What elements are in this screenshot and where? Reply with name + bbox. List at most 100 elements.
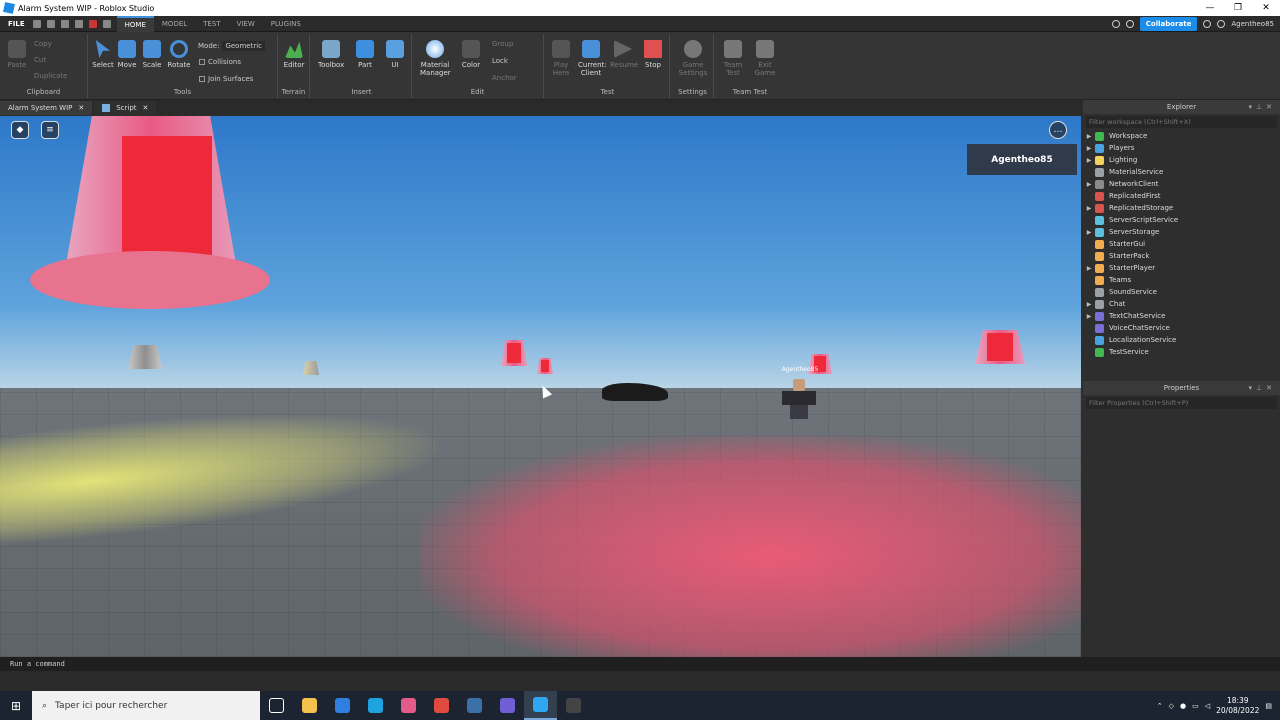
paste-button[interactable]: Paste bbox=[4, 38, 30, 69]
tab-home[interactable]: HOME bbox=[116, 15, 154, 32]
panel-controls[interactable]: ▾⊥✕ bbox=[1249, 381, 1276, 395]
color-button[interactable]: Color bbox=[458, 38, 484, 69]
expand-arrow-icon[interactable]: ▶ bbox=[1083, 133, 1095, 140]
expand-arrow-icon[interactable]: ▶ bbox=[1083, 229, 1095, 236]
select-tool[interactable]: Select bbox=[90, 38, 116, 69]
taskbar-app-task-view[interactable] bbox=[260, 691, 293, 720]
panel-controls[interactable]: ▾⊥✕ bbox=[1249, 100, 1276, 114]
command-bar[interactable]: Run a command bbox=[0, 657, 1280, 671]
tab-script[interactable]: Script ✕ bbox=[94, 101, 157, 115]
play-here-button[interactable]: Play Here bbox=[548, 38, 574, 77]
windows-start-icon[interactable]: ⊞ bbox=[0, 691, 32, 720]
expand-arrow-icon[interactable]: ▶ bbox=[1083, 157, 1095, 164]
join-surfaces-checkbox[interactable] bbox=[199, 76, 205, 82]
game-settings-button[interactable]: Game Settings bbox=[678, 38, 708, 77]
share-icon[interactable] bbox=[1111, 19, 1120, 28]
expand-arrow-icon[interactable]: ▶ bbox=[1083, 181, 1095, 188]
explorer-item-replicatedfirst[interactable]: ReplicatedFirst bbox=[1083, 190, 1280, 202]
explorer-item-networkclient[interactable]: ▶ NetworkClient bbox=[1083, 178, 1280, 190]
explorer-item-serverscriptservice[interactable]: ServerScriptService bbox=[1083, 214, 1280, 226]
explorer-item-starterplayer[interactable]: ▶ StarterPlayer bbox=[1083, 262, 1280, 274]
game-viewport[interactable]: Agentheo85 ◆ ≡ … Agentheo85 bbox=[0, 116, 1081, 657]
player-list-entry[interactable]: Agentheo85 bbox=[967, 144, 1077, 175]
network-icon[interactable]: ▭ bbox=[1192, 702, 1199, 710]
tab-view[interactable]: VIEW bbox=[229, 16, 263, 32]
explorer-item-players[interactable]: ▶ Players bbox=[1083, 142, 1280, 154]
explorer-filter-input[interactable]: Filter workspace (Ctrl+Shift+X) bbox=[1086, 116, 1277, 128]
explorer-item-textchatservice[interactable]: ▶ TextChatService bbox=[1083, 310, 1280, 322]
explorer-item-testservice[interactable]: TestService bbox=[1083, 346, 1280, 358]
explorer-item-starterpack[interactable]: StarterPack bbox=[1083, 250, 1280, 262]
tab-model[interactable]: MODEL bbox=[154, 16, 195, 32]
tab-alarm-system[interactable]: Alarm System WIP ✕ bbox=[0, 101, 93, 115]
publish-icon[interactable] bbox=[74, 19, 83, 28]
material-manager-button[interactable]: Material Manager bbox=[420, 38, 451, 77]
move-tool[interactable]: Move bbox=[114, 38, 140, 69]
bluetooth-icon[interactable]: ◇ bbox=[1169, 702, 1174, 710]
collisions-checkbox[interactable] bbox=[199, 59, 205, 65]
explorer-item-lighting[interactable]: ▶ Lighting bbox=[1083, 154, 1280, 166]
notification-icon[interactable] bbox=[1125, 19, 1134, 28]
explorer-item-chat[interactable]: ▶ Chat bbox=[1083, 298, 1280, 310]
explorer-item-soundservice[interactable]: SoundService bbox=[1083, 286, 1280, 298]
share-place-icon[interactable] bbox=[1217, 19, 1226, 28]
chat-icon[interactable]: ≡ bbox=[41, 121, 59, 139]
taskbar-app-chrome[interactable] bbox=[425, 691, 458, 720]
file-menu[interactable]: FILE bbox=[0, 20, 33, 28]
copy-button[interactable]: Copy bbox=[34, 40, 52, 48]
taskbar-app-edge[interactable] bbox=[359, 691, 392, 720]
expand-arrow-icon[interactable]: ▶ bbox=[1083, 145, 1095, 152]
lock-button[interactable]: Lock bbox=[492, 57, 508, 65]
explorer-item-serverstorage[interactable]: ▶ ServerStorage bbox=[1083, 226, 1280, 238]
clock[interactable]: 18:39 20/08/2022 bbox=[1216, 696, 1259, 716]
mode-selector[interactable]: Mode: Geometric bbox=[198, 41, 265, 51]
close-button[interactable]: ✕ bbox=[1252, 0, 1280, 16]
explorer-item-replicatedstorage[interactable]: ▶ ReplicatedStorage bbox=[1083, 202, 1280, 214]
explorer-item-teams[interactable]: Teams bbox=[1083, 274, 1280, 286]
explorer-item-workspace[interactable]: ▶ Workspace bbox=[1083, 130, 1280, 142]
roblox-menu-icon[interactable]: ◆ bbox=[11, 121, 29, 139]
expand-arrow-icon[interactable]: ▶ bbox=[1083, 313, 1095, 320]
minimize-button[interactable]: — bbox=[1196, 0, 1224, 16]
taskbar-app-roblox-studio[interactable] bbox=[524, 691, 557, 720]
close-tab-icon[interactable]: ✕ bbox=[143, 104, 149, 112]
help-icon[interactable] bbox=[1203, 19, 1212, 28]
collisions-toggle[interactable]: Collisions bbox=[199, 58, 241, 66]
toolbox-button[interactable]: Toolbox bbox=[318, 38, 344, 69]
team-test-button[interactable]: Team Test bbox=[720, 38, 746, 77]
microphone-icon[interactable]: ● bbox=[1180, 702, 1186, 710]
open-icon[interactable] bbox=[46, 19, 55, 28]
new-file-icon[interactable] bbox=[32, 19, 41, 28]
notifications-icon[interactable]: ▤ bbox=[1265, 702, 1272, 710]
explorer-item-voicechatservice[interactable]: VoiceChatService bbox=[1083, 322, 1280, 334]
anchor-button[interactable]: Anchor bbox=[492, 74, 517, 82]
terrain-editor-button[interactable]: Editor bbox=[281, 38, 307, 69]
duplicate-button[interactable]: Duplicate bbox=[34, 72, 67, 80]
maximize-button[interactable]: ❐ bbox=[1224, 0, 1252, 16]
scale-tool[interactable]: Scale bbox=[139, 38, 165, 69]
close-tab-icon[interactable]: ✕ bbox=[78, 104, 84, 112]
taskbar-search[interactable]: ⌕ Taper ici pour rechercher bbox=[32, 691, 260, 720]
expand-arrow-icon[interactable]: ▶ bbox=[1083, 205, 1095, 212]
exit-game-button[interactable]: Exit Game bbox=[752, 38, 778, 77]
resume-button[interactable]: Resume bbox=[610, 38, 638, 69]
username[interactable]: Agentheo85 bbox=[1231, 20, 1274, 28]
explorer-item-localizationservice[interactable]: LocalizationService bbox=[1083, 334, 1280, 346]
collaborate-button[interactable]: Collaborate bbox=[1139, 16, 1198, 31]
taskbar-app-discord[interactable] bbox=[491, 691, 524, 720]
explorer-item-startergui[interactable]: StarterGui bbox=[1083, 238, 1280, 250]
expand-arrow-icon[interactable]: ▶ bbox=[1083, 301, 1095, 308]
stop-button[interactable]: Stop bbox=[640, 38, 666, 69]
tab-test[interactable]: TEST bbox=[195, 16, 228, 32]
volume-icon[interactable]: ◁ bbox=[1205, 702, 1210, 710]
more-options-icon[interactable]: … bbox=[1049, 121, 1067, 139]
expand-arrow-icon[interactable]: ▶ bbox=[1083, 265, 1095, 272]
current-client-button[interactable]: Current: Client bbox=[578, 38, 607, 77]
taskbar-app-steam[interactable] bbox=[458, 691, 491, 720]
properties-filter-input[interactable]: Filter Properties (Ctrl+Shift+P) bbox=[1086, 397, 1277, 409]
group-button[interactable]: Group bbox=[492, 40, 513, 48]
part-button[interactable]: Part bbox=[352, 38, 378, 69]
redo-icon[interactable] bbox=[60, 19, 69, 28]
ui-button[interactable]: UI bbox=[382, 38, 408, 69]
undo-icon[interactable] bbox=[102, 19, 111, 28]
